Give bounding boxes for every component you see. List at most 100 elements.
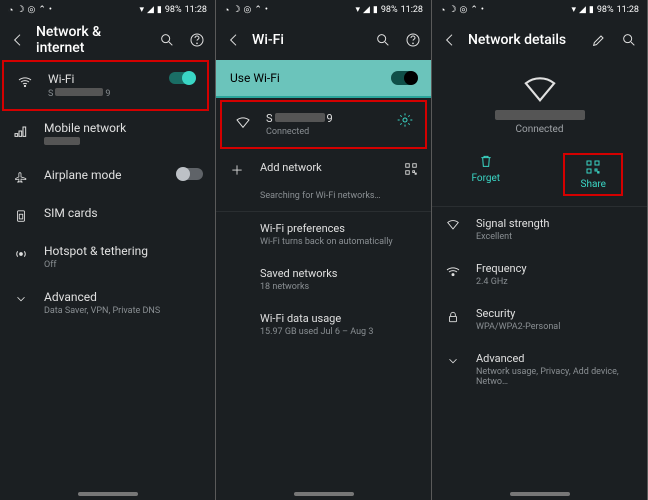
row-label: Airplane mode <box>44 168 163 182</box>
frequency-icon <box>444 262 462 280</box>
airplane-toggle[interactable] <box>177 168 203 180</box>
panel-network-details: ◔ ☽ ◎ ⌃ • ▾ ◢ ▮ 98% 11:28 Network detail… <box>432 0 647 500</box>
network-name-blur <box>495 110 585 120</box>
qr-icon <box>585 159 601 175</box>
hotspot-icon <box>12 244 30 262</box>
battery-icon: ▮ <box>157 5 162 15</box>
search-icon[interactable] <box>621 32 637 48</box>
use-wifi-toggle[interactable] <box>391 71 417 85</box>
battery-pct: 98% <box>597 5 614 15</box>
forget-button[interactable]: Forget <box>456 153 516 196</box>
help-icon[interactable] <box>405 32 421 48</box>
row-add-network[interactable]: Add network <box>216 151 431 187</box>
help-icon[interactable] <box>189 32 205 48</box>
moon-icon: ☽ <box>448 5 456 15</box>
lock-icon <box>444 307 462 325</box>
panel-wifi: ◔ ☽ ◎ ⌃ • ▾ ◢ ▮ 98% 11:28 Wi-Fi Use Wi-F… <box>216 0 431 500</box>
wifi-icon <box>444 217 462 233</box>
row-sub: 15.97 GB used Jul 6 – Aug 3 <box>260 327 419 337</box>
whatsapp-icon: ◔ <box>224 5 229 16</box>
row-sim-cards[interactable]: SIM cards <box>0 196 215 234</box>
network-status: Connected <box>432 124 647 135</box>
status-bar: ◔ ☽ ◎ ⌃ • ▾ ◢ ▮ 98% 11:28 <box>216 0 431 20</box>
back-icon[interactable] <box>442 32 458 48</box>
network-hero: Connected <box>432 60 647 141</box>
row-label: Wi-Fi data usage <box>260 312 419 325</box>
action-buttons: Forget Share <box>432 141 647 206</box>
row-label: Security <box>476 307 635 320</box>
row-connected-network[interactable]: S9 Connected <box>220 100 427 149</box>
panel-network-internet: ◔ ☽ ◎ ⌃ • ▾ ◢ ▮ 98% 11:28 Network & inte… <box>0 0 215 500</box>
wifi-icon <box>16 72 34 90</box>
searching-text: Searching for Wi-Fi networks… <box>216 187 431 211</box>
row-label: Wi-Fi <box>48 72 155 86</box>
row-advanced[interactable]: Advanced Network usage, Privacy, Add dev… <box>432 342 647 397</box>
accent-underline <box>216 96 431 98</box>
dot-icon: • <box>49 5 52 15</box>
gear-icon[interactable] <box>397 112 413 128</box>
signal-icon: ◢ <box>579 5 586 15</box>
edit-icon[interactable] <box>591 32 607 48</box>
sim-icon <box>12 206 30 224</box>
row-label: Mobile network <box>44 121 203 135</box>
back-icon[interactable] <box>10 32 26 48</box>
row-advanced[interactable]: Advanced Data Saver, VPN, Private DNS <box>0 280 215 326</box>
use-wifi-bar[interactable]: Use Wi-Fi <box>216 60 431 96</box>
network-name: S9 <box>266 112 383 125</box>
search-icon[interactable] <box>159 32 175 48</box>
search-icon[interactable] <box>375 32 391 48</box>
signal-icon: ◢ <box>363 5 370 15</box>
camera-icon: ◎ <box>460 5 468 15</box>
wifi-toggle[interactable] <box>169 72 195 84</box>
wifi-icon: ▾ <box>571 5 576 15</box>
whatsapp-icon: ◔ <box>440 5 445 16</box>
back-icon[interactable] <box>226 32 242 48</box>
plus-icon <box>228 161 246 177</box>
row-sub: WPA/WPA2-Personal <box>476 322 635 332</box>
notif-icon: ⌃ <box>38 5 46 15</box>
camera-icon: ◎ <box>28 5 36 15</box>
battery-pct: 98% <box>165 5 182 15</box>
row-label: Add network <box>260 161 389 174</box>
notif-icon: ⌃ <box>470 5 478 15</box>
whatsapp-icon: ◔ <box>8 5 13 16</box>
row-label: Wi-Fi preferences <box>260 222 419 235</box>
qr-icon[interactable] <box>403 161 419 177</box>
row-wifi-data-usage[interactable]: Wi-Fi data usage 15.97 GB used Jul 6 – A… <box>216 302 431 347</box>
home-bar[interactable] <box>78 492 138 496</box>
page-title: Wi-Fi <box>252 32 365 48</box>
forget-label: Forget <box>471 173 500 184</box>
row-label: Frequency <box>476 262 635 275</box>
row-label: Signal strength <box>476 217 635 230</box>
row-hotspot[interactable]: Hotspot & tethering Off <box>0 234 215 280</box>
signal-icon: ◢ <box>147 5 154 15</box>
home-bar[interactable] <box>510 492 570 496</box>
row-saved-networks[interactable]: Saved networks 18 networks <box>216 257 431 302</box>
row-wifi[interactable]: Wi-Fi S9 <box>2 60 209 111</box>
row-sub: Excellent <box>476 232 635 242</box>
share-button[interactable]: Share <box>563 153 623 196</box>
moon-icon: ☽ <box>16 5 24 15</box>
status-bar: ◔ ☽ ◎ ⌃ • ▾ ◢ ▮ 98% 11:28 <box>0 0 215 20</box>
row-sub <box>44 137 203 148</box>
row-signal-strength[interactable]: Signal strength Excellent <box>432 207 647 252</box>
row-label: SIM cards <box>44 206 203 220</box>
status-bar: ◔ ☽ ◎ ⌃ • ▾ ◢ ▮ 98% 11:28 <box>432 0 647 20</box>
dot-icon: • <box>265 5 268 15</box>
row-wifi-preferences[interactable]: Wi-Fi preferences Wi-Fi turns back on au… <box>216 212 431 257</box>
row-security[interactable]: Security WPA/WPA2-Personal <box>432 297 647 342</box>
page-title: Network details <box>468 32 581 48</box>
row-label: Advanced <box>44 290 203 304</box>
wifi-icon <box>523 76 557 102</box>
title-bar: Network & internet <box>0 20 215 60</box>
wifi-icon: ▾ <box>355 5 360 15</box>
chevron-down-icon <box>12 290 30 306</box>
wifi-icon: ▾ <box>139 5 144 15</box>
row-airplane-mode[interactable]: Airplane mode <box>0 158 215 196</box>
row-frequency[interactable]: Frequency 2.4 GHz <box>432 252 647 297</box>
camera-icon: ◎ <box>244 5 252 15</box>
dot-icon: • <box>481 5 484 15</box>
row-mobile-network[interactable]: Mobile network <box>0 111 215 158</box>
home-bar[interactable] <box>294 492 354 496</box>
wifi-icon <box>234 112 252 130</box>
